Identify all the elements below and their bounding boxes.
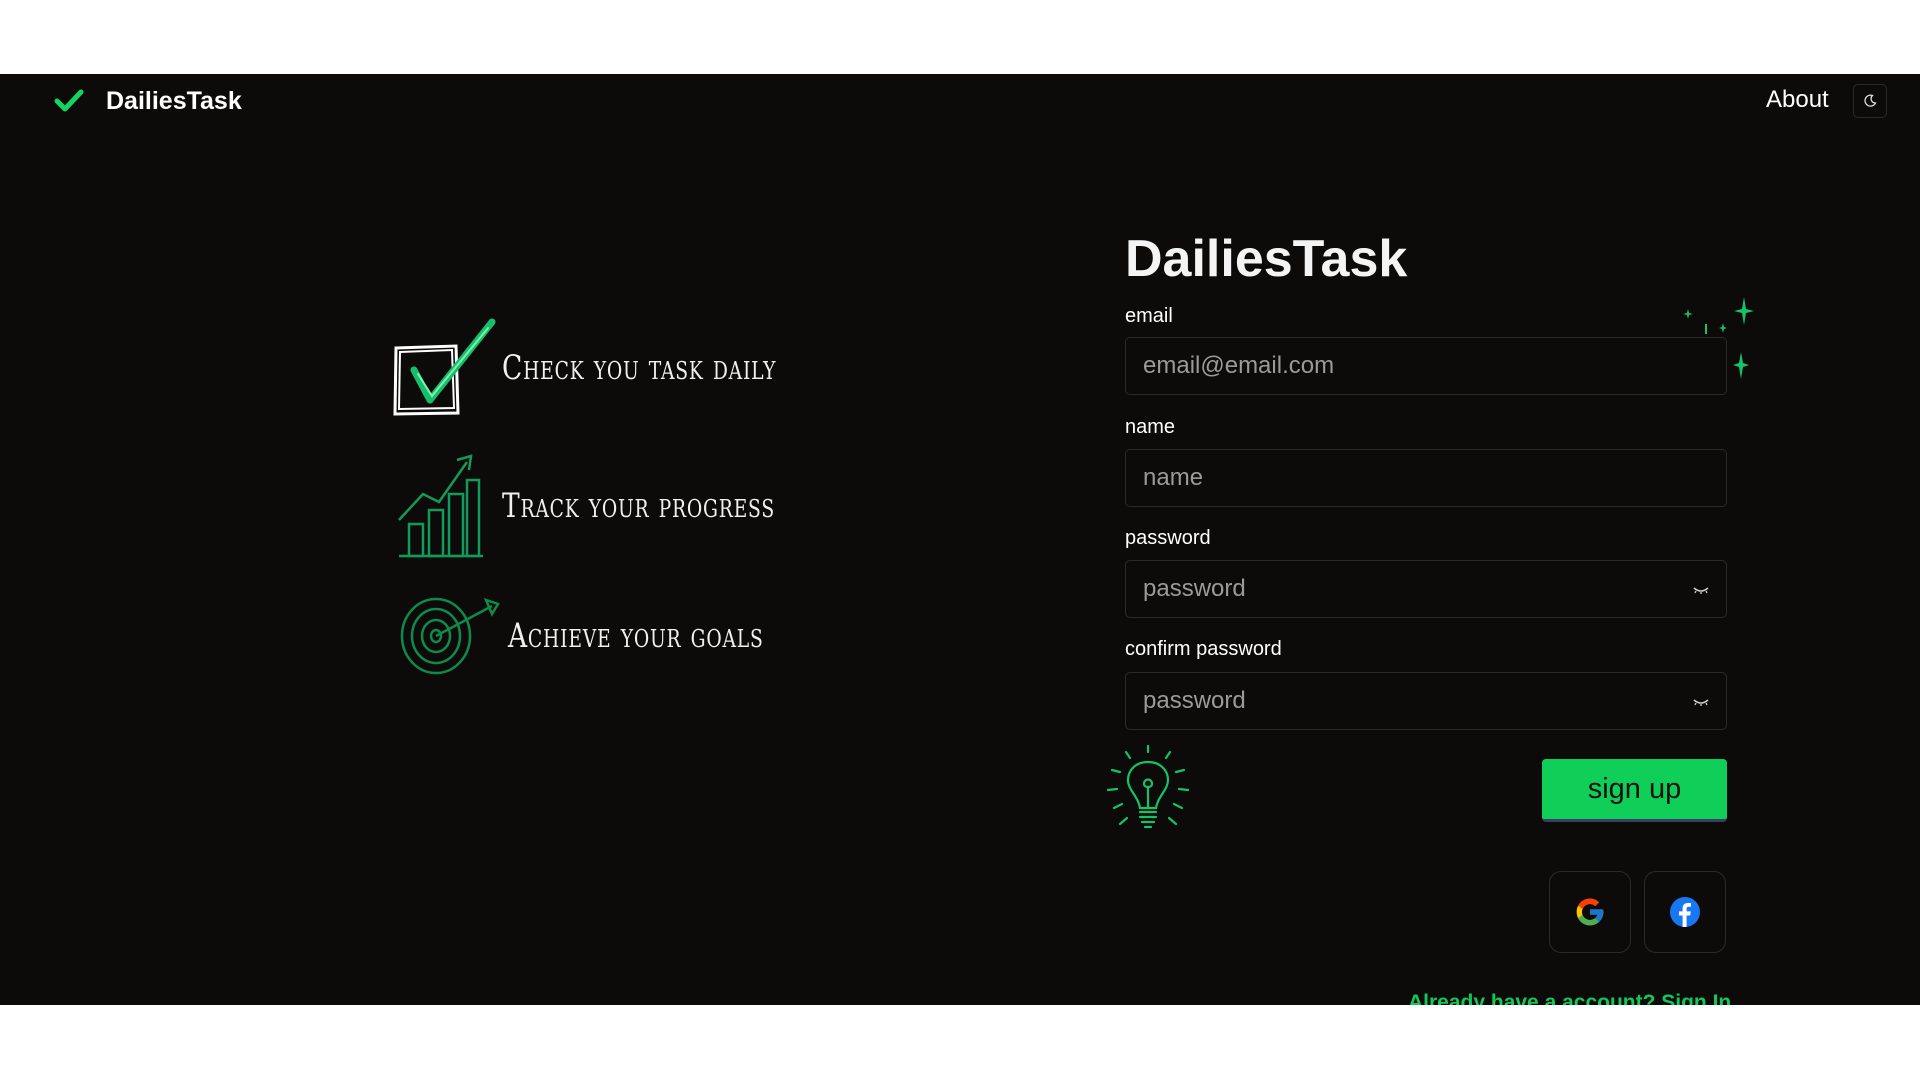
password-input[interactable] (1126, 561, 1726, 617)
checkbox-check-icon (393, 318, 496, 416)
email-field-container (1125, 337, 1727, 395)
eye-closed-icon[interactable] (1690, 580, 1712, 600)
facebook-icon (1670, 897, 1700, 927)
sign-up-button[interactable]: sign up (1542, 759, 1727, 822)
password-label: password (1125, 527, 1211, 549)
feature-item: Track your progress (395, 452, 852, 560)
eye-closed-icon[interactable] (1690, 692, 1712, 712)
facebook-sign-in-button[interactable] (1644, 871, 1726, 953)
email-input[interactable] (1126, 338, 1726, 394)
confirm-password-field-container (1125, 672, 1727, 730)
feature-text: Check you task daily (502, 348, 777, 388)
password-field-container (1125, 560, 1727, 618)
app-window: DailiesTask About Check you task daily T… (0, 74, 1920, 1005)
feature-item: Achieve your goals (398, 594, 836, 678)
theme-toggle-button[interactable] (1853, 84, 1887, 118)
brand[interactable]: DailiesTask (54, 84, 242, 118)
email-label: email (1125, 305, 1173, 327)
feature-text: Achieve your goals (508, 616, 764, 656)
google-icon (1576, 898, 1604, 926)
target-dart-icon (400, 597, 500, 675)
form-title: DailiesTask (1125, 230, 1408, 288)
google-sign-in-button[interactable] (1549, 871, 1631, 953)
growth-chart-icon (398, 454, 483, 558)
lightbulb-icon (1106, 744, 1190, 829)
name-label: name (1125, 416, 1176, 438)
confirm-password-label: confirm password (1125, 638, 1282, 660)
feature-text: Track your progress (502, 486, 775, 526)
confirm-password-input[interactable] (1126, 673, 1726, 729)
feature-item: Check you task daily (392, 318, 854, 418)
check-logo-icon (54, 89, 84, 112)
sign-in-link[interactable]: Already have a account? Sign In (1408, 991, 1731, 1005)
name-input[interactable] (1126, 450, 1726, 506)
moon-icon (1864, 94, 1877, 107)
brand-name: DailiesTask (106, 86, 242, 115)
name-field-container (1125, 449, 1727, 507)
about-link[interactable]: About (1766, 86, 1829, 114)
